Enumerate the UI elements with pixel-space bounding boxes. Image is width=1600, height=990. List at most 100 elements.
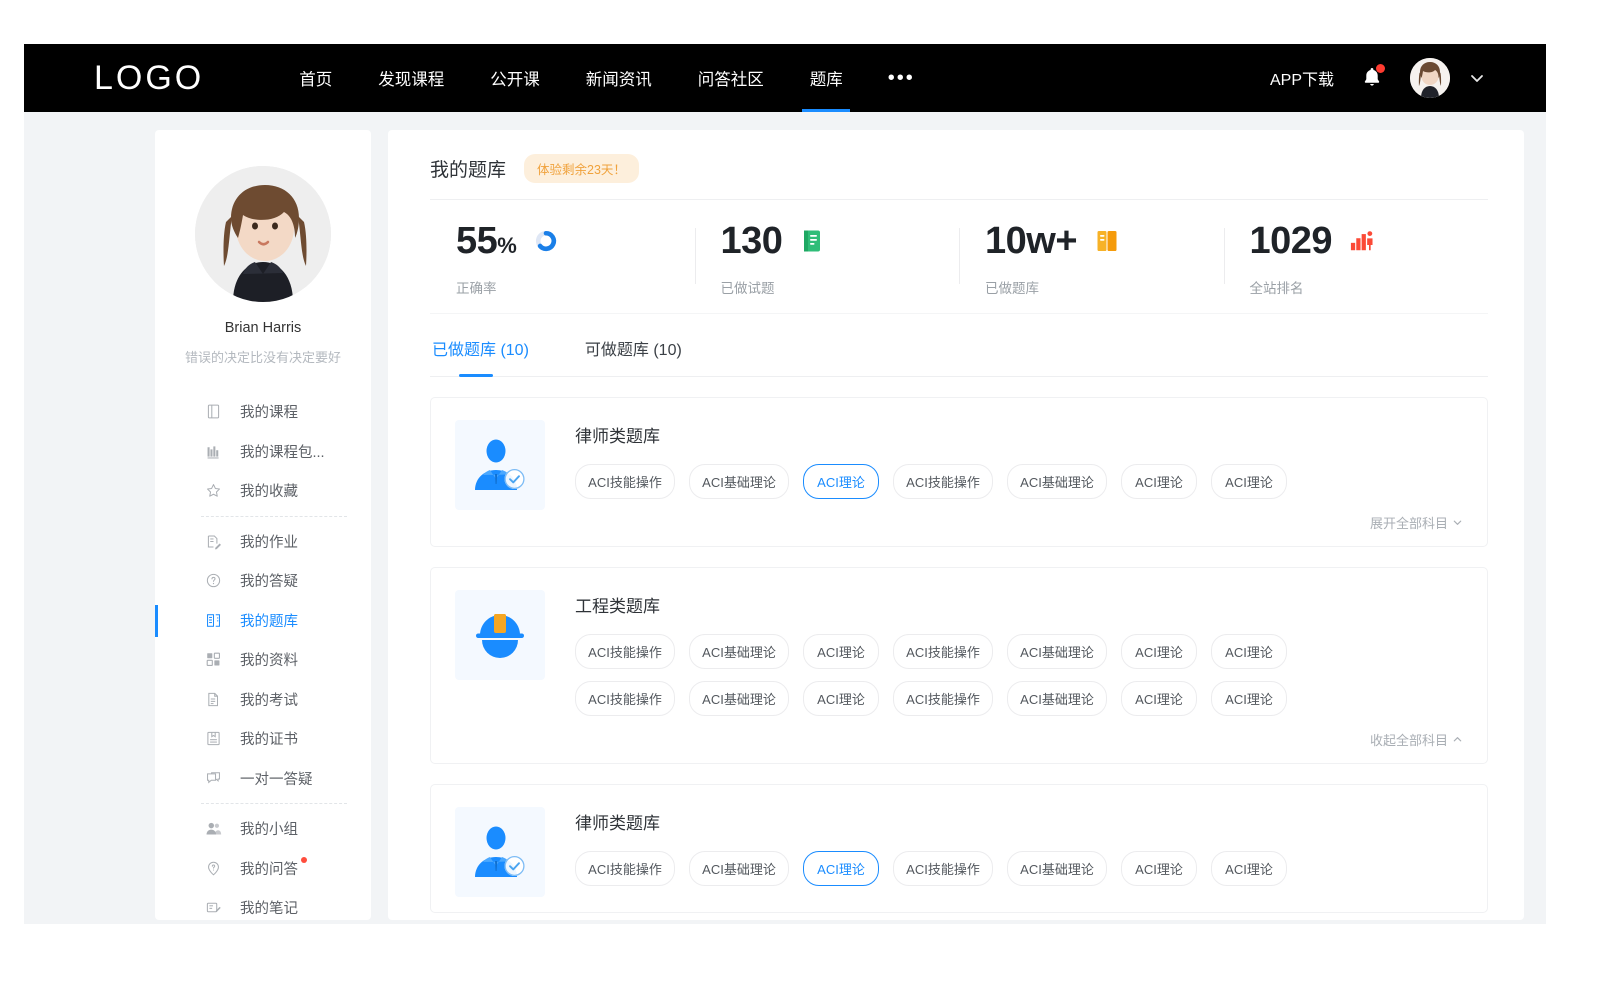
question-bank-card[interactable]: 律师类题库ACI技能操作ACI基础理论ACI理论ACI技能操作ACI基础理论AC…	[430, 784, 1488, 913]
subject-tag[interactable]: ACI理论	[1121, 464, 1197, 499]
sidebar-item-6[interactable]: 我的资料	[155, 640, 371, 680]
main-nav: 首页发现课程公开课新闻资讯问答社区题库	[276, 44, 866, 112]
sidebar-item-9[interactable]: 一对一答疑	[155, 759, 371, 799]
sidebar-item-badge-dot	[301, 857, 307, 863]
toggle-subjects-link[interactable]: 收起全部科目	[575, 728, 1463, 749]
stat-value-row: 55%	[456, 222, 695, 260]
qa-pin-icon	[205, 860, 222, 877]
subject-tag[interactable]: ACI理论	[1211, 464, 1287, 499]
nav-item-4[interactable]: 问答社区	[675, 44, 787, 112]
subject-tag[interactable]: ACI技能操作	[575, 634, 675, 669]
nav-more-icon[interactable]: •••	[866, 44, 937, 112]
trial-status-badge: 体验剩余23天！	[524, 154, 639, 183]
toggle-subjects-link[interactable]: 展开全部科目	[575, 511, 1463, 532]
sidebar-item-2[interactable]: 我的收藏	[155, 471, 371, 511]
tag-row: ACI技能操作 ACI基础理论 ACI理论 ACI技能操作 ACI基础理论 ACI理论 AC…	[575, 634, 1463, 669]
subject-tag[interactable]: ACI理论	[803, 851, 879, 886]
sidebar: Brian Harris 错误的决定比没有决定要好 我的课程我的课程包... 我的…	[155, 130, 371, 920]
toggle-subjects-label: 收起全部科目	[1370, 730, 1448, 749]
subject-tag[interactable]: ACI理论	[803, 464, 879, 499]
profile-motto: 错误的决定比没有决定要好	[155, 347, 371, 366]
subject-tag[interactable]: ACI理论	[1121, 851, 1197, 886]
sidebar-profile: Brian Harris 错误的决定比没有决定要好	[155, 166, 371, 366]
sidebar-item-4[interactable]: 我的答疑	[155, 561, 371, 601]
subject-tag[interactable]: ACI理论	[803, 634, 879, 669]
subject-tag[interactable]: ACI技能操作	[575, 464, 675, 499]
sidebar-item-1[interactable]: 我的课程包...	[155, 432, 371, 472]
sidebar-item-label: 一对一答疑	[240, 768, 313, 789]
homework-icon	[205, 533, 222, 550]
sidebar-item-label: 我的作业	[240, 531, 298, 552]
subject-tag[interactable]: ACI基础理论	[1007, 464, 1107, 499]
subject-tag[interactable]: ACI理论	[803, 681, 879, 716]
subject-tag[interactable]: ACI技能操作	[893, 464, 993, 499]
subject-tag[interactable]: ACI技能操作	[893, 851, 993, 886]
certificate-icon	[205, 730, 222, 747]
question-bank-icon	[205, 612, 222, 629]
sidebar-item-label: 我的题库	[240, 610, 298, 631]
subject-tag[interactable]: ACI基础理论	[1007, 681, 1107, 716]
subject-tag[interactable]: ACI技能操作	[575, 681, 675, 716]
tag-row: ACI技能操作 ACI基础理论 ACI理论 ACI技能操作 ACI基础理论 ACI理论 AC…	[575, 851, 1463, 886]
book-icon	[205, 403, 222, 420]
subject-tag[interactable]: ACI基础理论	[689, 681, 789, 716]
subject-tag[interactable]: ACI基础理论	[689, 464, 789, 499]
subject-tag[interactable]: ACI基础理论	[689, 634, 789, 669]
note-icon	[205, 899, 222, 916]
question-bank-card[interactable]: 律师类题库ACI技能操作ACI基础理论ACI理论ACI技能操作ACI基础理论AC…	[430, 397, 1488, 547]
notification-bell-icon[interactable]	[1360, 65, 1384, 91]
sidebar-item-11[interactable]: 我的问答	[155, 849, 371, 889]
tab-1[interactable]: 可做题库 (10)	[585, 336, 682, 376]
header-dropdown-chevron-down-icon[interactable]	[1468, 69, 1486, 87]
tag-row: ACI技能操作 ACI基础理论 ACI理论 ACI技能操作 ACI基础理论 ACI理论 AC…	[575, 681, 1463, 716]
nav-item-3[interactable]: 新闻资讯	[563, 44, 675, 112]
chevron-up-icon	[1452, 734, 1463, 745]
toggle-subjects-label: 展开全部科目	[1370, 513, 1448, 532]
subject-tag[interactable]: ACI基础理论	[1007, 851, 1107, 886]
exam-icon	[205, 691, 222, 708]
green-book-icon	[800, 229, 824, 253]
sidebar-item-3[interactable]: 我的作业	[155, 522, 371, 562]
sidebar-item-label: 我的问答	[240, 858, 298, 879]
header-avatar[interactable]	[1410, 58, 1450, 98]
donut-chart-icon	[534, 229, 558, 253]
sidebar-item-label: 我的证书	[240, 728, 298, 749]
nav-item-5[interactable]: 题库	[787, 44, 866, 112]
subject-tag[interactable]: ACI基础理论	[1007, 634, 1107, 669]
nav-item-2[interactable]: 公开课	[467, 44, 563, 112]
subject-tag[interactable]: ACI技能操作	[575, 851, 675, 886]
subject-tag[interactable]: ACI基础理论	[689, 851, 789, 886]
sidebar-item-8[interactable]: 我的证书	[155, 719, 371, 759]
subject-tag[interactable]: ACI理论	[1211, 681, 1287, 716]
sidebar-item-0[interactable]: 我的课程	[155, 392, 371, 432]
nav-item-0[interactable]: 首页	[276, 44, 355, 112]
sidebar-item-10[interactable]: 我的小组	[155, 809, 371, 849]
profile-username: Brian Harris	[155, 320, 371, 336]
nav-item-1[interactable]: 发现课程	[355, 44, 467, 112]
subject-tag[interactable]: ACI理论	[1121, 634, 1197, 669]
bookshelf-icon	[205, 443, 222, 460]
site-logo[interactable]: LOGO	[94, 59, 204, 98]
question-bank-card[interactable]: 工程类题库ACI技能操作ACI基础理论ACI理论ACI技能操作ACI基础理论AC…	[430, 567, 1488, 764]
app-download-link[interactable]: APP下载	[1270, 66, 1334, 90]
sidebar-item-label: 我的课程包...	[240, 441, 325, 462]
page-header: 我的题库 体验剩余23天！	[430, 154, 1488, 200]
stat-value-row: 10w+	[985, 222, 1224, 260]
subject-tag[interactable]: ACI理论	[1211, 634, 1287, 669]
orange-book-icon	[1095, 229, 1119, 253]
sidebar-item-12[interactable]: 我的笔记	[155, 888, 371, 924]
stat-label: 已做试题	[721, 277, 960, 297]
card-body: 律师类题库ACI技能操作ACI基础理论ACI理论ACI技能操作ACI基础理论AC…	[575, 420, 1463, 532]
subject-tag[interactable]: ACI理论	[1121, 681, 1197, 716]
card-title: 律师类题库	[575, 809, 1463, 834]
subject-tag[interactable]: ACI技能操作	[893, 681, 993, 716]
top-navigation-bar: LOGO 首页发现课程公开课新闻资讯问答社区题库 ••• APP下载	[24, 44, 1546, 112]
subject-tag[interactable]: ACI技能操作	[893, 634, 993, 669]
helmet-icon	[455, 590, 545, 680]
sidebar-item-5[interactable]: 我的题库	[155, 601, 371, 641]
chat-icon	[205, 770, 222, 787]
tab-0[interactable]: 已做题库 (10)	[432, 336, 529, 376]
sidebar-item-7[interactable]: 我的考试	[155, 680, 371, 720]
card-body: 工程类题库ACI技能操作ACI基础理论ACI理论ACI技能操作ACI基础理论AC…	[575, 590, 1463, 749]
subject-tag[interactable]: ACI理论	[1211, 851, 1287, 886]
